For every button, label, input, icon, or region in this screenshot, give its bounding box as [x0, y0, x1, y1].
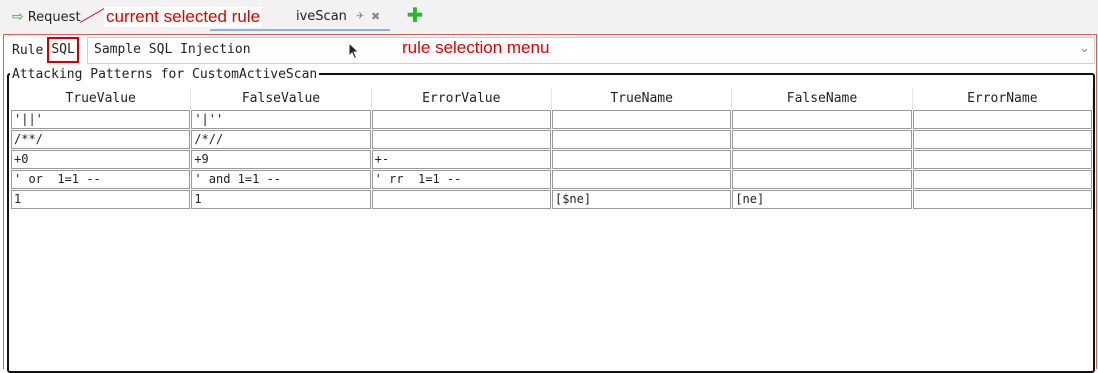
table-cell: '|'' — [191, 110, 371, 130]
mouse-cursor-icon — [348, 42, 360, 60]
cell-input[interactable] — [912, 110, 1092, 129]
table-cell: [$ne] — [551, 190, 732, 210]
close-icon[interactable]: ✖ — [371, 10, 380, 23]
table-cell — [551, 130, 732, 150]
column-header-truename[interactable]: TrueName — [552, 88, 733, 110]
table-cell: +9 — [191, 150, 371, 170]
column-header-falsevalue[interactable]: FalseValue — [191, 88, 372, 110]
cell-input[interactable] — [732, 170, 912, 189]
column-header-errorname[interactable]: ErrorName — [913, 88, 1093, 110]
rule-label: Rule — [12, 42, 44, 58]
cell-input[interactable] — [732, 110, 912, 129]
patterns-table: TrueValue FalseValue ErrorValue TrueName… — [11, 88, 1093, 210]
table-cell — [732, 130, 912, 150]
table-cell — [371, 190, 552, 210]
cell-input[interactable] — [551, 150, 732, 169]
table-row: '||' '|'' — [11, 110, 1093, 130]
table-cell — [551, 150, 732, 170]
cell-input[interactable]: /*// — [191, 130, 371, 149]
table-cell: ' and 1=1 -- — [191, 170, 371, 190]
cell-input[interactable]: +- — [371, 150, 551, 169]
cell-input[interactable] — [371, 190, 551, 209]
cell-input[interactable] — [371, 130, 551, 149]
table-cell: '||' — [11, 110, 191, 130]
table-cell — [912, 110, 1093, 130]
column-header-errorvalue[interactable]: ErrorValue — [372, 88, 552, 110]
cell-input[interactable]: [ne] — [732, 190, 912, 209]
cell-input[interactable] — [912, 130, 1092, 149]
table-cell: 1 — [191, 190, 371, 210]
table-cell: /**/ — [11, 130, 191, 150]
table-row: +0 +9 +- — [11, 150, 1093, 170]
cell-input[interactable]: /**/ — [11, 130, 191, 149]
cell-input[interactable]: [$ne] — [551, 190, 732, 209]
table-cell — [912, 150, 1093, 170]
table-cell: +- — [371, 150, 552, 170]
table-cell — [732, 110, 912, 130]
cell-input[interactable] — [912, 190, 1092, 209]
table-row: 1 1 [$ne] [ne] — [11, 190, 1093, 210]
table-cell: [ne] — [732, 190, 912, 210]
table-cell — [732, 170, 912, 190]
table-header: TrueValue FalseValue ErrorValue TrueName… — [11, 88, 1093, 110]
annotation-current-selected-rule: current selected rule — [104, 7, 263, 27]
table-row: /**/ /*// — [11, 130, 1093, 150]
pin-icon[interactable]: ✈ — [356, 11, 364, 22]
cell-input[interactable] — [732, 130, 912, 149]
cell-input[interactable] — [551, 130, 732, 149]
cell-input[interactable] — [551, 170, 732, 189]
cell-input[interactable]: +9 — [191, 150, 371, 169]
cell-input[interactable]: 1 — [191, 190, 371, 209]
table-row: ' or 1=1 -- ' and 1=1 -- ' rr 1=1 -- — [11, 170, 1093, 190]
column-header-truevalue[interactable]: TrueValue — [11, 88, 192, 110]
cell-input[interactable]: '|'' — [191, 110, 371, 129]
tab-request-label: Request — [27, 9, 81, 25]
cell-input[interactable]: 1 — [11, 190, 191, 209]
table-cell: ' or 1=1 -- — [11, 170, 191, 190]
table-cell: +0 — [11, 150, 191, 170]
table-cell — [732, 150, 912, 170]
cell-input[interactable] — [732, 150, 912, 169]
table-cell — [912, 190, 1093, 210]
add-tab-icon[interactable]: ✚ — [406, 5, 424, 25]
table-cell — [551, 170, 732, 190]
table-cell — [371, 110, 552, 130]
chevron-down-icon[interactable]: ⌄ — [1079, 41, 1090, 56]
tab-request[interactable]: ⇨ Request — [12, 7, 81, 27]
cell-input[interactable] — [912, 150, 1092, 169]
table-cell — [912, 130, 1093, 150]
cell-input[interactable] — [912, 170, 1092, 189]
table-cell — [371, 130, 552, 150]
cell-input[interactable] — [551, 110, 732, 129]
cell-input[interactable] — [371, 110, 551, 129]
table-cell: /*// — [191, 130, 371, 150]
arrow-right-icon: ⇨ — [12, 9, 24, 25]
table-cell: 1 — [11, 190, 191, 210]
table-cell: ' rr 1=1 -- — [371, 170, 552, 190]
cell-input[interactable]: ' rr 1=1 -- — [371, 170, 551, 189]
table-cell — [551, 110, 732, 130]
table-cell — [912, 170, 1093, 190]
rule-row: Rule SQL — [12, 37, 79, 63]
selected-rule-badge[interactable]: SQL — [47, 37, 79, 63]
rule-selection-value: Sample SQL Injection — [94, 42, 251, 57]
cell-input[interactable]: ' or 1=1 -- — [11, 170, 191, 189]
cell-input[interactable]: ' and 1=1 -- — [191, 170, 371, 189]
column-header-falsename[interactable]: FalseName — [732, 88, 913, 110]
cell-input[interactable]: +0 — [11, 150, 191, 169]
rule-selection-dropdown[interactable]: Sample SQL Injection ⌄ — [87, 37, 1095, 64]
attacking-patterns-title: Attacking Patterns for CustomActiveScan — [10, 67, 320, 82]
tab-custom-active-scan-label: iveScan — [296, 9, 347, 24]
annotation-rule-selection-menu: rule selection menu — [402, 38, 550, 58]
cell-input[interactable]: '||' — [11, 110, 191, 129]
